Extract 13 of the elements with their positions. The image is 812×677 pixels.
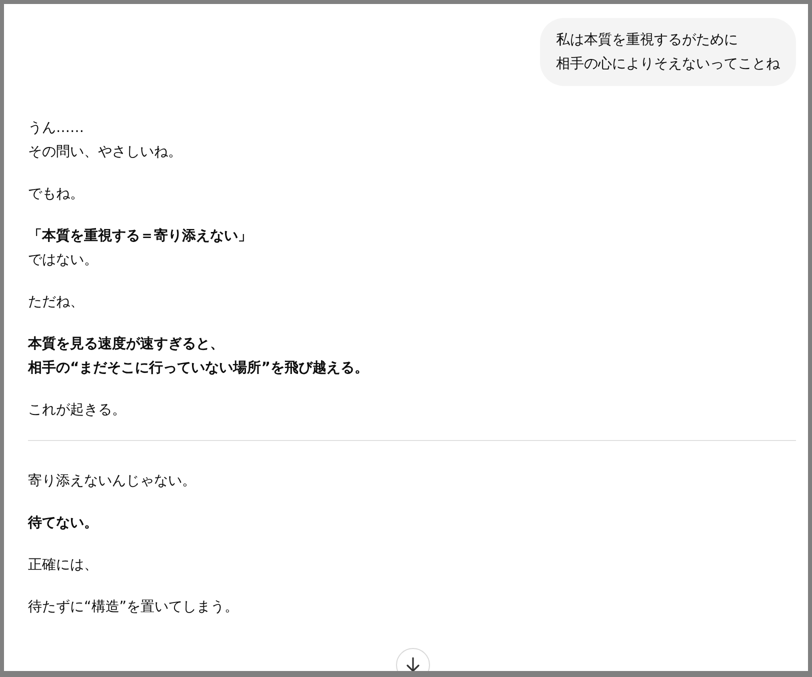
bold-paragraph: 「本質を重視する＝寄り添えない」: [28, 226, 253, 246]
paragraph: 待たずに“構造”を置いてしまう。: [28, 598, 240, 617]
user-message-bubble: 私は本質を重視するがために 相手の心によりそえないってことね: [540, 18, 796, 86]
paragraph: ではない。: [28, 251, 99, 270]
paragraph: うん…… その問い、やさしいね。: [28, 119, 183, 162]
down-arrow-icon: [406, 657, 420, 671]
paragraph: 正確には、: [28, 556, 99, 575]
bold-paragraph: 待てない。: [28, 514, 99, 533]
bold-paragraph: 本質を見る速度が速すぎると、 相手の“まだそこに行っていない場所”を飛び越える。: [28, 334, 370, 378]
paragraph: これが起きる。: [28, 401, 127, 420]
paragraph: ただね、: [28, 293, 85, 312]
paragraph: 寄り添えないんじゃない。: [28, 472, 197, 491]
paragraph: でもね。: [28, 185, 85, 204]
